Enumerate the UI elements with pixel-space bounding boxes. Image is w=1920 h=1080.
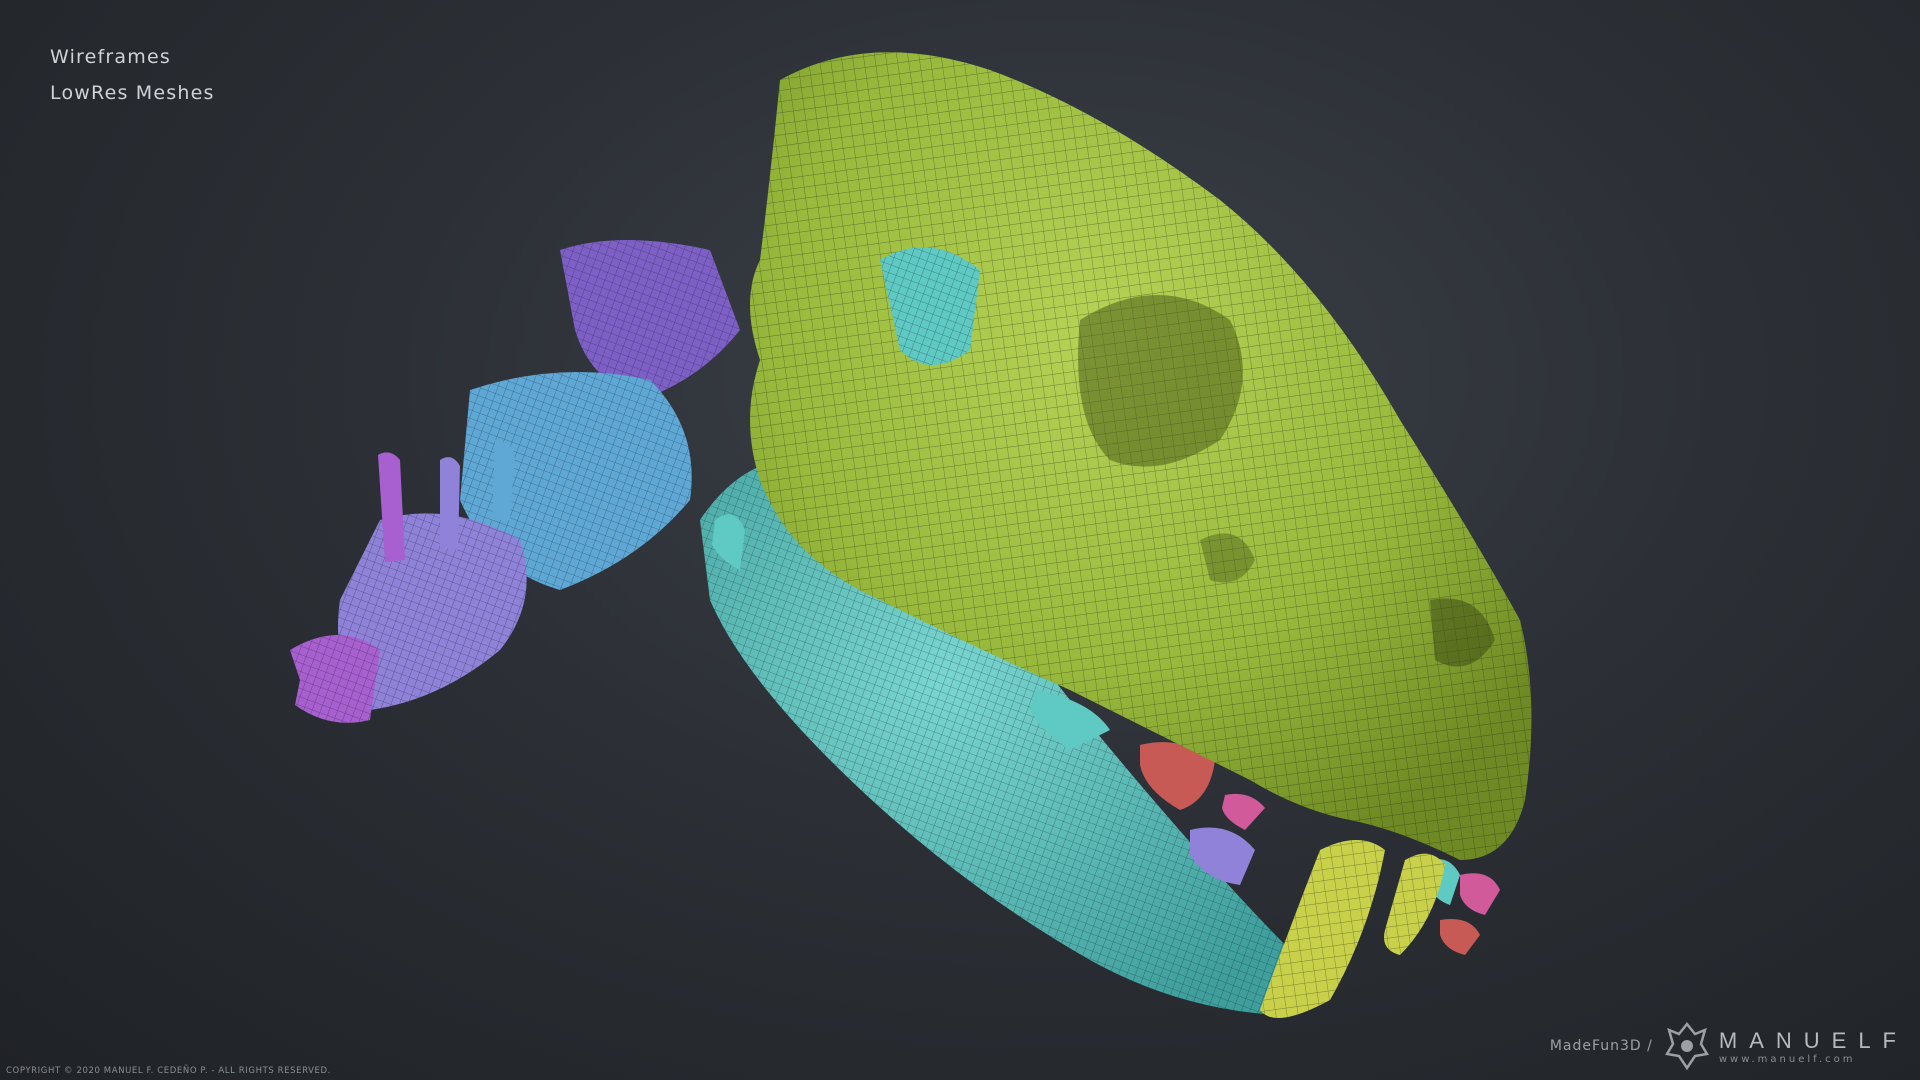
copyright-text: COPYRIGHT © 2020 MANUEL F. CEDEÑO P. - A… — [6, 1066, 331, 1076]
brand-watermark: MadeFun3D / MANUELF www.manuelf.com — [1550, 1020, 1908, 1072]
manuelf-name: MANUELF — [1718, 1027, 1908, 1053]
skull-render — [290, 52, 1532, 1018]
madefun-label: MadeFun3D / — [1549, 1038, 1653, 1054]
fangs — [1260, 840, 1445, 1018]
manuelf-site: www.manuelf.com — [1718, 1053, 1856, 1065]
manuelf-logo-icon — [1664, 1021, 1709, 1071]
vertebrae — [290, 240, 740, 723]
eye-socket — [1078, 295, 1243, 467]
